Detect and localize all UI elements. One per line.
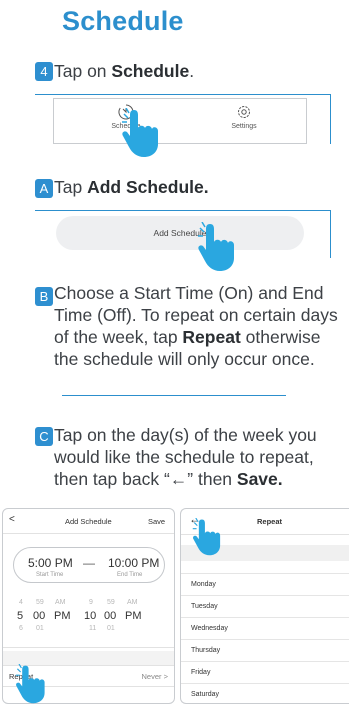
step-4-text: Tap on Schedule.: [54, 61, 195, 81]
day-row-wednesday[interactable]: Wednesday: [181, 617, 349, 639]
divider: [3, 533, 174, 534]
section-gap: [3, 651, 174, 665]
time-dash: —: [83, 556, 95, 570]
end-time-label: End Time: [117, 572, 143, 578]
divider: [330, 210, 331, 258]
step-badge-b: B: [35, 287, 53, 306]
day-row-thursday[interactable]: Thursday: [181, 639, 349, 661]
divider: [35, 94, 331, 95]
tab-bar: Schedule Settings: [53, 98, 307, 144]
back-arrow-icon: ←: [169, 469, 188, 489]
end-time-value: 10:00 PM: [108, 556, 160, 570]
hand-pointer-icon: [122, 108, 158, 157]
time-range-field[interactable]: 5:00 PM — 10:00 PM Start Time End Time: [13, 547, 165, 583]
start-time-value: 5:00 PM: [28, 556, 73, 570]
hand-pointer-icon: [198, 222, 234, 271]
step-badge-4: 4: [35, 62, 53, 81]
tab-settings[interactable]: Settings: [214, 103, 274, 130]
day-row-tuesday[interactable]: Tuesday: [181, 595, 349, 617]
step-a-text: Tap Add Schedule.: [54, 177, 209, 197]
save-button[interactable]: Save: [148, 517, 165, 526]
screen-title: Repeat: [257, 517, 283, 526]
step-c-text: Tap on the day(s) of the week you would …: [54, 425, 317, 489]
divider: [3, 647, 174, 648]
gear-icon: [238, 106, 250, 118]
step-badge-a: A: [35, 179, 53, 198]
day-row-monday[interactable]: Monday: [181, 573, 349, 595]
step-b-text: Choose a Start Time (On) and End Time (O…: [54, 283, 338, 369]
page-title: Schedule: [62, 6, 184, 36]
divider: [330, 94, 331, 144]
screen-title: Add Schedule: [65, 517, 112, 526]
day-row-saturday[interactable]: Saturday: [181, 683, 349, 703]
start-time-label: Start Time: [36, 572, 64, 578]
hand-pointer-icon: [192, 518, 221, 556]
divider: [35, 210, 331, 211]
repeat-value: Never >: [141, 672, 168, 681]
hand-pointer-icon: [15, 664, 45, 704]
day-row-friday[interactable]: Friday: [181, 661, 349, 683]
back-button[interactable]: <: [9, 514, 15, 525]
step-badge-c: C: [35, 427, 53, 446]
add-schedule-button[interactable]: Add Schedule: [56, 216, 304, 250]
divider: [62, 395, 286, 396]
